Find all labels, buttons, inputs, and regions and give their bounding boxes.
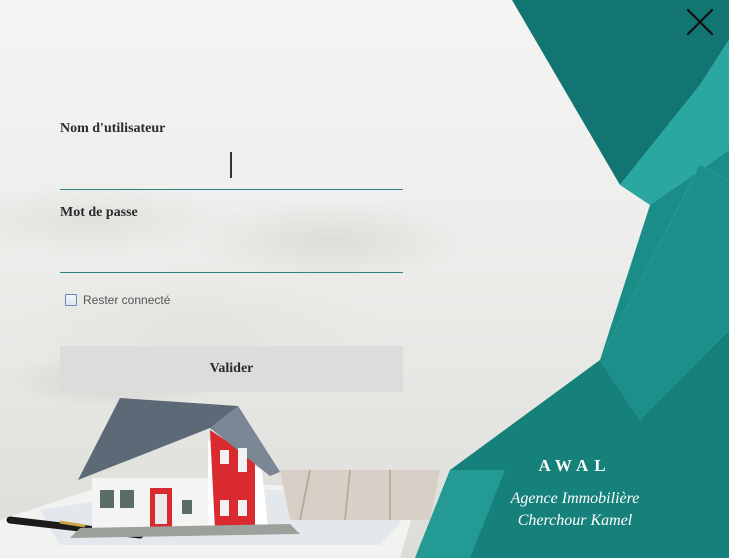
- brand-tagline-2: Cherchour Kamel: [517, 512, 633, 529]
- house-window: [238, 500, 247, 516]
- password-input[interactable]: [60, 245, 403, 273]
- wooden-planks: [280, 469, 440, 521]
- login-window: Nom d'utilisateur Mot de passe Rester co…: [0, 0, 729, 558]
- house-window: [220, 450, 229, 464]
- house-window: [220, 500, 229, 516]
- remember-checkbox[interactable]: [65, 294, 77, 306]
- remember-me[interactable]: Rester connecté: [65, 293, 170, 307]
- house-window: [182, 500, 192, 514]
- house-door-glass: [155, 494, 167, 524]
- close-button[interactable]: [684, 6, 716, 38]
- house-window: [120, 490, 134, 508]
- password-label: Mot de passe: [60, 205, 138, 220]
- username-label: Nom d'utilisateur: [60, 121, 166, 136]
- username-input[interactable]: [60, 162, 403, 190]
- remember-label: Rester connecté: [83, 293, 171, 307]
- submit-button[interactable]: Valider: [60, 346, 403, 392]
- brand-tagline-1: Agence Immobilière: [510, 490, 640, 507]
- house-window: [100, 490, 114, 508]
- brand-name: AWAL: [538, 456, 612, 475]
- close-icon: [686, 8, 714, 36]
- house: [70, 398, 300, 538]
- text-caret: [230, 152, 232, 178]
- house-window: [238, 448, 247, 472]
